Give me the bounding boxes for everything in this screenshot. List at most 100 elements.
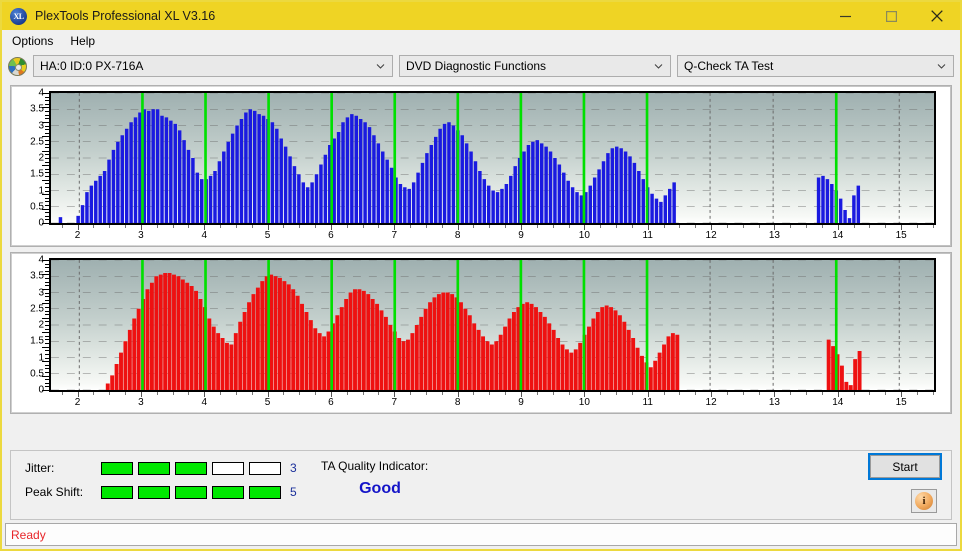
x-axis-minor-tick xyxy=(346,392,348,395)
x-axis-minor-tick xyxy=(425,392,427,395)
x-axis-minor-tick xyxy=(726,392,728,395)
selector-toolbar: HA:0 ID:0 PX-716A DVD Diagnostic Functio… xyxy=(2,51,960,81)
x-axis-tick-label: 13 xyxy=(768,230,780,241)
x-axis-tick-label: 11 xyxy=(642,397,653,408)
minimize-icon[interactable] xyxy=(822,2,868,30)
x-axis-minor-tick xyxy=(315,225,317,228)
x-axis-minor-tick xyxy=(568,392,570,395)
x-axis-minor-tick xyxy=(125,225,127,228)
x-axis-tick-label: 7 xyxy=(391,230,398,241)
x-axis-tick-label: 6 xyxy=(328,397,334,408)
x-axis-minor-tick xyxy=(742,225,744,228)
x-axis-tick-label: 10 xyxy=(578,230,590,241)
optical-disc-icon xyxy=(8,56,27,76)
function-select-value: DVD Diagnostic Functions xyxy=(406,59,547,73)
x-axis-tick-label: 15 xyxy=(895,230,907,241)
x-axis-tick-label: 2 xyxy=(74,397,81,408)
meter-segment xyxy=(212,461,244,475)
jitter-meter-row: Jitter: 3 xyxy=(25,461,297,475)
x-axis-minor-tick xyxy=(283,225,285,228)
x-axis-minor-tick xyxy=(679,225,681,228)
peak-shift-meter xyxy=(101,485,286,499)
x-axis-minor-tick xyxy=(552,225,554,228)
x-axis-minor-tick xyxy=(489,225,491,228)
menu-bar: Options Help xyxy=(2,30,960,51)
window-title: PlexTools Professional XL V3.16 xyxy=(35,9,216,23)
x-axis-minor-tick xyxy=(473,225,475,228)
info-button[interactable]: i xyxy=(911,489,937,513)
x-axis-minor-tick xyxy=(695,225,697,228)
meter-segment xyxy=(249,485,281,499)
application-window: XL PlexTools Professional XL V3.16 Optio… xyxy=(0,0,962,551)
x-axis-tick-label: 12 xyxy=(705,230,717,241)
x-axis-tick-label: 5 xyxy=(264,397,271,408)
x-axis-minor-tick xyxy=(821,225,823,228)
x-axis-minor-tick xyxy=(235,225,237,228)
x-axis-minor-tick xyxy=(410,225,412,228)
x-axis-minor-tick xyxy=(220,392,222,395)
jitter-meter xyxy=(101,461,286,475)
start-button[interactable]: Start xyxy=(868,453,942,480)
meter-segment xyxy=(101,461,133,475)
close-icon[interactable] xyxy=(914,2,960,30)
title-bar: XL PlexTools Professional XL V3.16 xyxy=(2,2,960,30)
x-axis-minor-tick xyxy=(156,225,158,228)
x-axis-minor-tick xyxy=(61,392,63,395)
menu-help[interactable]: Help xyxy=(67,32,104,50)
function-select[interactable]: DVD Diagnostic Functions xyxy=(399,55,671,77)
x-axis-minor-tick xyxy=(441,225,443,228)
x-axis-minor-tick xyxy=(378,225,380,228)
x-axis-minor-tick xyxy=(853,392,855,395)
peakshift-chart-plot xyxy=(51,260,934,390)
x-axis-tick-label: 10 xyxy=(578,397,590,408)
x-axis-minor-tick xyxy=(552,392,554,395)
x-axis-minor-tick xyxy=(93,225,95,228)
drive-select[interactable]: HA:0 ID:0 PX-716A xyxy=(33,55,393,77)
x-axis-minor-tick xyxy=(663,225,665,228)
peakshift-meter-row: Peak Shift: 5 xyxy=(25,485,297,499)
x-axis-minor-tick xyxy=(315,392,317,395)
x-axis-minor-tick xyxy=(600,225,602,228)
maximize-icon[interactable] xyxy=(868,2,914,30)
jitter-label: Jitter: xyxy=(25,461,55,475)
chevron-down-icon xyxy=(937,62,946,71)
menu-options[interactable]: Options xyxy=(9,32,62,50)
x-axis-minor-tick xyxy=(220,225,222,228)
x-axis-tick-label: 11 xyxy=(642,230,653,241)
meter-segment xyxy=(249,461,281,475)
x-axis-tick-label: 2 xyxy=(74,230,81,241)
x-axis-tick-label: 13 xyxy=(768,397,780,408)
x-axis-minor-tick xyxy=(853,225,855,228)
peakshift-chart-y-axis: 00.511.522.533.54 xyxy=(12,255,46,396)
jitter-chart-x-axis: 2 3 4 5 6 7 8 9 10 11 12 13 14 15 xyxy=(49,225,936,245)
peak-shift-value: 5 xyxy=(290,485,297,499)
jitter-chart-plot xyxy=(51,93,934,223)
x-axis-minor-tick xyxy=(790,392,792,395)
x-axis-tick-label: 4 xyxy=(201,230,207,241)
status-text: Ready xyxy=(11,527,46,542)
x-axis-minor-tick xyxy=(885,392,887,395)
jitter-chart-y-axis: 00.511.522.533.54 xyxy=(12,88,46,229)
x-axis-minor-tick xyxy=(869,225,871,228)
drive-select-value: HA:0 ID:0 PX-716A xyxy=(40,59,144,73)
x-axis-tick-label: 14 xyxy=(832,397,844,408)
jitter-chart-panel: 00.511.522.533.54 2 3 4 5 6 7 8 9 10 11 12 13 14 15 xyxy=(10,85,952,247)
jitter-value: 3 xyxy=(290,461,297,475)
x-axis-minor-tick xyxy=(885,225,887,228)
test-select[interactable]: Q-Check TA Test xyxy=(677,55,954,77)
x-axis-minor-tick xyxy=(172,225,174,228)
x-axis-tick-label: 3 xyxy=(138,397,144,408)
meter-segment xyxy=(175,485,207,499)
x-axis-minor-tick xyxy=(932,392,934,395)
x-axis-minor-tick xyxy=(616,392,618,395)
peakshift-chart-plot-frame xyxy=(49,258,936,392)
x-axis-minor-tick xyxy=(505,225,507,228)
chevron-down-icon xyxy=(654,62,663,71)
x-axis-minor-tick xyxy=(109,392,111,395)
x-axis-minor-tick xyxy=(695,392,697,395)
x-axis-minor-tick xyxy=(663,392,665,395)
x-axis-minor-tick xyxy=(568,225,570,228)
x-axis-minor-tick xyxy=(806,392,808,395)
results-panel: Jitter: 3 Peak Shift: 5 TA Quality Indic… xyxy=(10,450,952,520)
x-axis-minor-tick xyxy=(251,225,253,228)
